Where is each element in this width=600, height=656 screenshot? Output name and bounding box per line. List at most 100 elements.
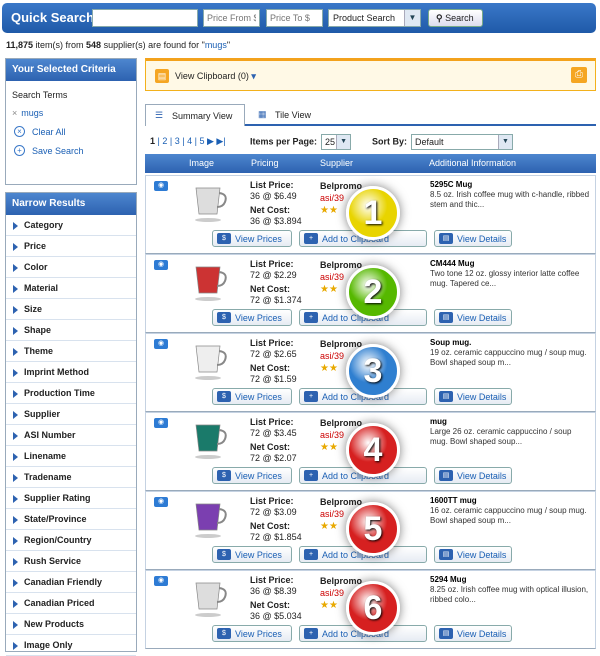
page-link[interactable]: 1	[150, 136, 155, 146]
product-image[interactable]	[184, 338, 232, 382]
sort-select[interactable]: Default ▼	[411, 134, 514, 150]
chevron-down-icon: ▼	[404, 10, 420, 26]
net-cost-label: Net Cost:	[250, 363, 290, 373]
view-prices-button[interactable]: $ View Prices	[212, 230, 292, 247]
search-term-link[interactable]: mugs	[205, 40, 227, 50]
narrow-item[interactable]: Material	[6, 278, 136, 299]
narrow-results-title: Narrow Results	[6, 193, 136, 215]
net-cost: 36 @ $3.894	[250, 216, 302, 226]
narrow-item[interactable]: New Products	[6, 614, 136, 635]
pricing: List Price: 36 @ $6.49 Net Cost: 36 @ $3.89…	[250, 180, 302, 227]
page-link[interactable]: 3	[175, 136, 180, 146]
star-rating-icon: ★★	[320, 521, 338, 532]
view-details-button[interactable]: ▤ View Details	[434, 230, 512, 247]
narrow-item[interactable]: Category	[6, 215, 136, 236]
product-image[interactable]	[184, 259, 232, 303]
page-link[interactable]: 5	[199, 136, 204, 146]
product-code[interactable]: 5294 Mug	[430, 575, 466, 584]
view-clipboard-link[interactable]: View Clipboard (0) ▾	[175, 71, 256, 82]
tab-summary-view[interactable]: ☰ Summary View	[145, 104, 245, 126]
product-code[interactable]: Soup mug.	[430, 338, 471, 347]
narrow-item[interactable]: Image Only	[6, 635, 136, 656]
save-search-link[interactable]: + Save Search	[6, 137, 136, 156]
narrow-item[interactable]: Supplier Rating	[6, 488, 136, 509]
remove-icon[interactable]: ×	[12, 108, 17, 118]
quote-close: "	[226, 40, 231, 50]
view-prices-button[interactable]: $ View Prices	[212, 625, 292, 642]
camera-icon[interactable]: ◉	[154, 576, 168, 586]
quick-search-title: Quick Search	[11, 10, 95, 25]
view-details-button[interactable]: ▤ View Details	[434, 625, 512, 642]
narrow-item[interactable]: Rush Service	[6, 551, 136, 572]
camera-icon[interactable]: ◉	[154, 260, 168, 270]
view-prices-label: View Prices	[235, 471, 282, 481]
view-details-button[interactable]: ▤ View Details	[434, 467, 512, 484]
narrow-item[interactable]: Canadian Priced	[6, 593, 136, 614]
search-input[interactable]	[92, 9, 198, 27]
narrow-item[interactable]: Imprint Method	[6, 362, 136, 383]
narrow-item[interactable]: Supplier	[6, 404, 136, 425]
narrow-item[interactable]: Linename	[6, 446, 136, 467]
view-prices-button[interactable]: $ View Prices	[212, 546, 292, 563]
narrow-item[interactable]: Region/Country	[6, 530, 136, 551]
search-terms-label: Search Terms	[12, 90, 68, 100]
view-details-button[interactable]: ▤ View Details	[434, 546, 512, 563]
print-icon[interactable]: ⎙	[571, 67, 587, 83]
items-per-page-select[interactable]: 25 ▼	[321, 134, 352, 150]
tab-tile-view[interactable]: ▦ Tile View	[249, 104, 329, 126]
camera-icon[interactable]: ◉	[154, 418, 168, 428]
narrow-item[interactable]: Color	[6, 257, 136, 278]
narrow-item[interactable]: Price	[6, 236, 136, 257]
narrow-item[interactable]: Size	[6, 299, 136, 320]
view-details-button[interactable]: ▤ View Details	[434, 388, 512, 405]
search-term-item[interactable]: × mugs	[6, 100, 136, 118]
product-image[interactable]	[184, 180, 232, 224]
narrow-item[interactable]: State/Province	[6, 509, 136, 530]
price-to-input[interactable]	[266, 9, 323, 27]
narrow-item[interactable]: Production Time	[6, 383, 136, 404]
list-price-label: List Price:	[250, 496, 294, 506]
net-cost: 72 @ $1.374	[250, 295, 302, 305]
camera-icon[interactable]: ◉	[154, 497, 168, 507]
pricing: List Price: 72 @ $2.65 Net Cost: 72 @ $1.59	[250, 338, 297, 385]
list-price: 72 @ $2.65	[250, 349, 297, 359]
narrow-item[interactable]: Canadian Friendly	[6, 572, 136, 593]
next-page-icon[interactable]: ▶	[207, 136, 214, 146]
chevron-down-icon: ▼	[336, 135, 351, 149]
product-image[interactable]	[184, 496, 232, 540]
clear-all-link[interactable]: × Clear All	[6, 118, 136, 137]
product-code[interactable]: CM444 Mug	[430, 259, 474, 268]
pagination: 1 | 2 | 3 | 4 | 5 ▶ ▶|	[150, 136, 226, 146]
star-rating-icon: ★★	[320, 442, 338, 453]
page-link[interactable]: 4	[187, 136, 192, 146]
product-code[interactable]: 5295C Mug	[430, 180, 472, 189]
tab-tile-label: Tile View	[275, 110, 312, 120]
chevron-down-icon: ▾	[251, 71, 256, 81]
page-link[interactable]: 2	[162, 136, 167, 146]
search-button[interactable]: ⚲ Search	[428, 9, 483, 27]
net-cost-label: Net Cost:	[250, 600, 290, 610]
product-code[interactable]: mug	[430, 417, 447, 426]
net-cost-label: Net Cost:	[250, 521, 290, 531]
narrow-item[interactable]: ASI Number	[6, 425, 136, 446]
search-type-select[interactable]: Product Search ▼	[328, 9, 421, 27]
camera-icon[interactable]: ◉	[154, 181, 168, 191]
camera-icon[interactable]: ◉	[154, 339, 168, 349]
last-page-icon[interactable]: ▶|	[216, 136, 225, 146]
save-search-label: Save Search	[32, 146, 84, 156]
product-image[interactable]	[184, 417, 232, 461]
view-prices-button[interactable]: $ View Prices	[212, 388, 292, 405]
narrow-item[interactable]: Theme	[6, 341, 136, 362]
view-prices-label: View Prices	[235, 234, 282, 244]
view-prices-button[interactable]: $ View Prices	[212, 467, 292, 484]
details-icon: ▤	[439, 391, 453, 402]
net-cost-label: Net Cost:	[250, 284, 290, 294]
price-from-input[interactable]	[203, 9, 260, 27]
narrow-item[interactable]: Shape	[6, 320, 136, 341]
table-row: ◉ List Price: 36 @ $8.39 Net Cost: 36 @ $5.0…	[145, 570, 596, 649]
view-prices-button[interactable]: $ View Prices	[212, 309, 292, 326]
product-code[interactable]: 1600TT mug	[430, 496, 477, 505]
view-details-button[interactable]: ▤ View Details	[434, 309, 512, 326]
narrow-item[interactable]: Tradename	[6, 467, 136, 488]
product-image[interactable]	[184, 575, 232, 619]
